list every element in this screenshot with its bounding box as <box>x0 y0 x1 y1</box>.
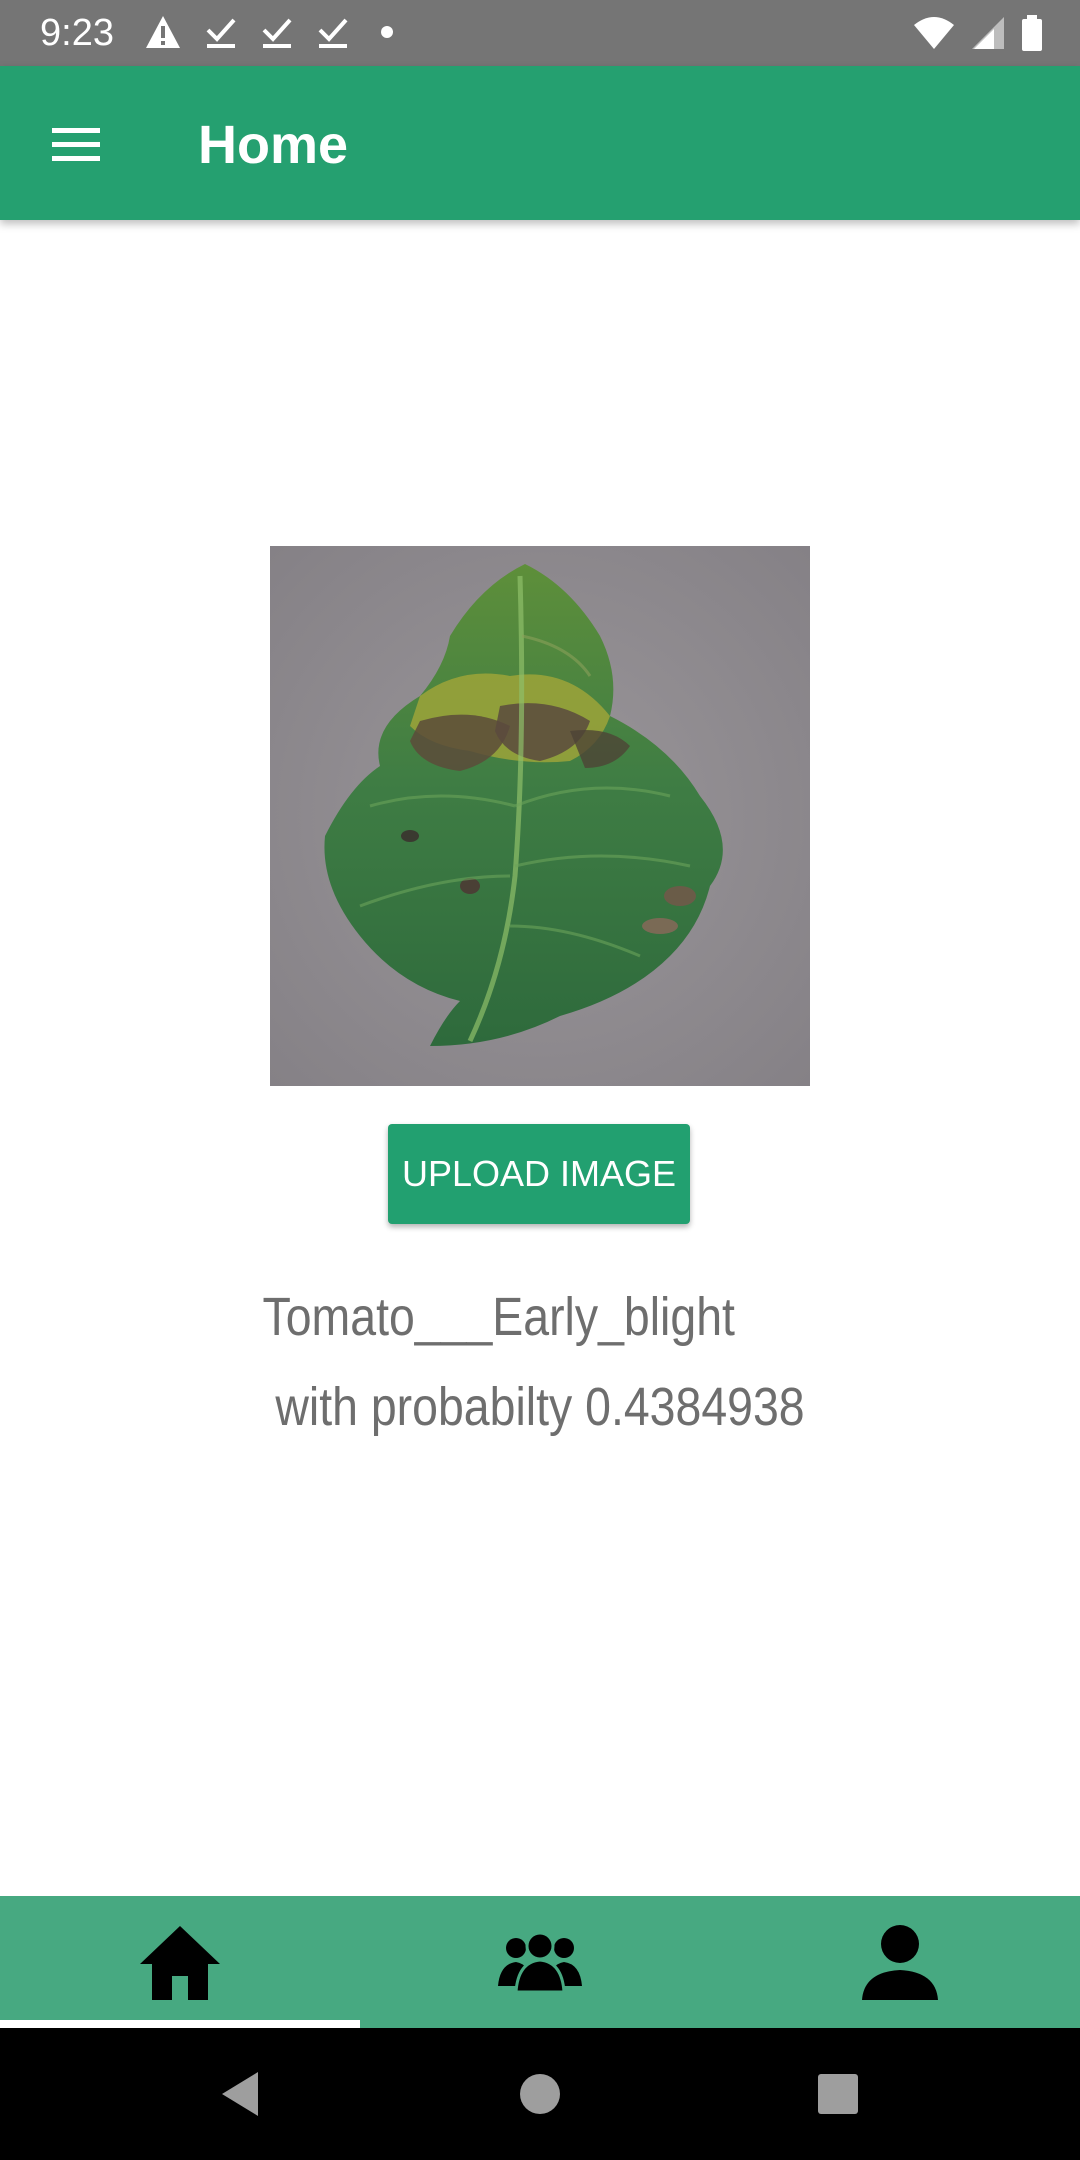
back-icon[interactable] <box>210 2064 270 2124</box>
hamburger-menu-icon[interactable] <box>38 112 114 176</box>
dot-icon <box>381 26 393 38</box>
status-bar: 9:23 <box>0 0 1080 66</box>
status-time: 9:23 <box>40 12 114 54</box>
wifi-icon <box>914 17 954 49</box>
battery-icon <box>1022 15 1042 51</box>
person-icon <box>862 1925 938 2000</box>
result-label: Tomato___Early_blight <box>262 1287 735 1347</box>
leaf-image <box>270 546 810 1086</box>
nav-community[interactable] <box>360 1896 720 2028</box>
bottom-navigation <box>0 1896 1080 2028</box>
download-done-icon <box>206 18 236 48</box>
recents-icon[interactable] <box>808 2064 868 2124</box>
group-icon <box>498 1931 582 1994</box>
result-probability: with probabilty 0.4384938 <box>275 1377 805 1437</box>
selected-tab-indicator <box>0 2020 360 2028</box>
warning-icon <box>146 16 180 48</box>
prediction-result: Tomato___Early_blight with probabilty 0.… <box>76 1272 1005 1452</box>
system-status-icons <box>912 14 1044 52</box>
signal-icon <box>972 17 1004 49</box>
system-navigation-bar <box>0 2028 1080 2160</box>
home-circle-icon[interactable] <box>510 2064 570 2124</box>
app-bar: Home <box>0 66 1080 220</box>
nav-profile[interactable] <box>720 1896 1080 2028</box>
download-done-icon <box>262 18 292 48</box>
download-done-icon <box>318 18 348 48</box>
upload-image-button[interactable]: UPLOAD IMAGE <box>388 1124 690 1224</box>
page-title: Home <box>198 115 349 175</box>
home-icon <box>140 1926 220 2000</box>
nav-home[interactable] <box>0 1896 360 2028</box>
notification-icons <box>144 14 402 50</box>
